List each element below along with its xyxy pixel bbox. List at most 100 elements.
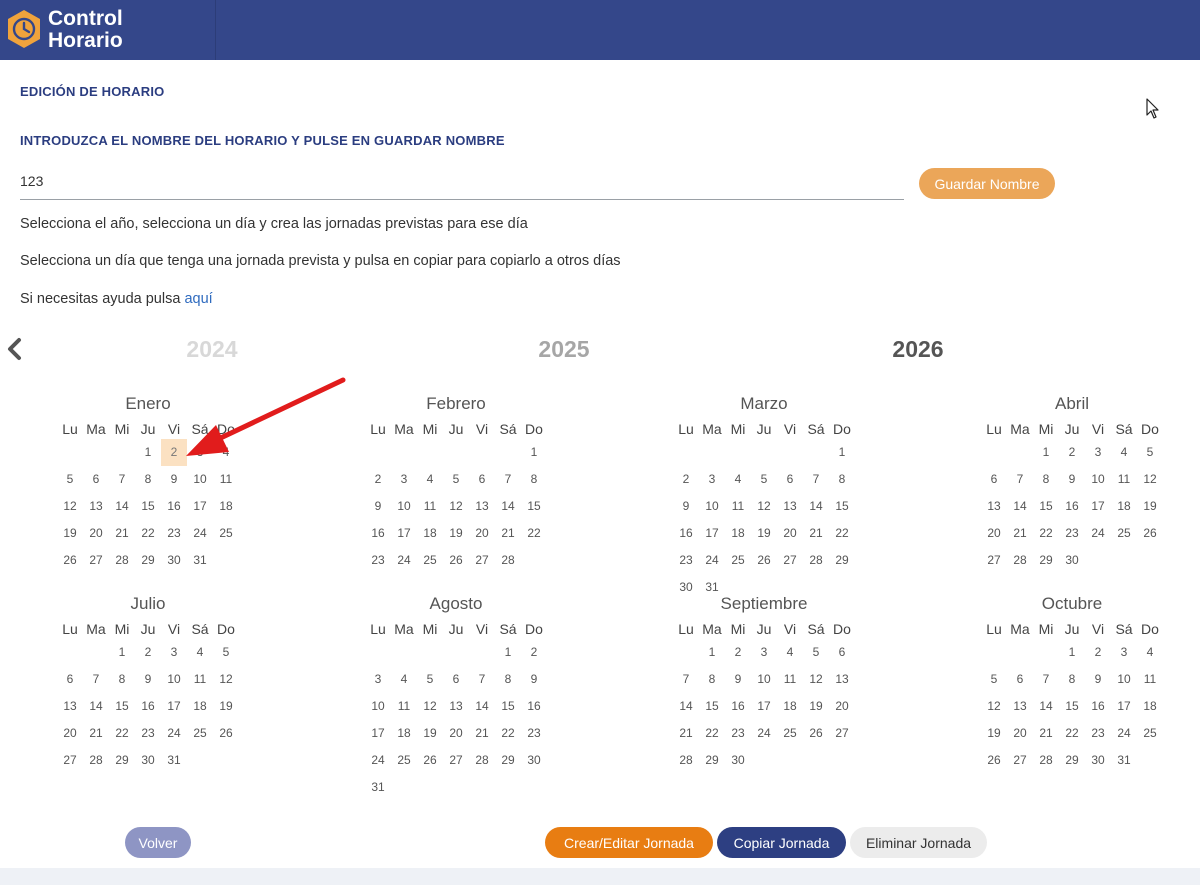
day-cell[interactable]: 15 <box>1059 693 1085 720</box>
day-cell[interactable]: 21 <box>1007 520 1033 547</box>
day-cell[interactable]: 4 <box>417 466 443 493</box>
day-cell[interactable]: 16 <box>365 520 391 547</box>
day-cell[interactable]: 5 <box>213 639 239 666</box>
day-cell[interactable]: 29 <box>829 547 855 574</box>
day-cell[interactable]: 26 <box>751 547 777 574</box>
help-link[interactable]: aquí <box>184 291 212 307</box>
day-cell[interactable]: 21 <box>469 720 495 747</box>
day-cell[interactable]: 9 <box>521 666 547 693</box>
day-cell[interactable]: 30 <box>135 747 161 774</box>
day-cell[interactable]: 28 <box>83 747 109 774</box>
day-cell[interactable]: 10 <box>1085 466 1111 493</box>
day-cell[interactable]: 28 <box>803 547 829 574</box>
day-cell[interactable]: 9 <box>161 466 187 493</box>
day-cell[interactable]: 24 <box>751 720 777 747</box>
day-cell[interactable]: 31 <box>187 547 213 574</box>
day-cell[interactable]: 1 <box>1059 639 1085 666</box>
day-cell[interactable]: 18 <box>1137 693 1163 720</box>
day-cell[interactable]: 26 <box>803 720 829 747</box>
day-cell[interactable]: 1 <box>495 639 521 666</box>
day-cell[interactable]: 22 <box>699 720 725 747</box>
day-cell[interactable]: 27 <box>83 547 109 574</box>
day-cell[interactable]: 23 <box>673 547 699 574</box>
day-cell[interactable]: 23 <box>161 520 187 547</box>
day-cell[interactable]: 30 <box>1085 747 1111 774</box>
day-cell[interactable]: 18 <box>725 520 751 547</box>
day-cell[interactable]: 14 <box>83 693 109 720</box>
day-cell[interactable]: 12 <box>981 693 1007 720</box>
day-cell[interactable]: 22 <box>495 720 521 747</box>
day-cell[interactable]: 8 <box>1033 466 1059 493</box>
day-cell[interactable]: 25 <box>777 720 803 747</box>
day-cell[interactable]: 14 <box>109 493 135 520</box>
day-cell[interactable]: 16 <box>135 693 161 720</box>
day-cell[interactable]: 15 <box>699 693 725 720</box>
day-cell[interactable]: 22 <box>135 520 161 547</box>
day-cell[interactable]: 9 <box>1059 466 1085 493</box>
day-cell[interactable]: 15 <box>135 493 161 520</box>
day-cell[interactable]: 7 <box>803 466 829 493</box>
day-cell[interactable]: 1 <box>521 439 547 466</box>
day-cell[interactable]: 3 <box>751 639 777 666</box>
day-cell[interactable]: 15 <box>1033 493 1059 520</box>
day-cell[interactable]: 22 <box>1059 720 1085 747</box>
day-cell[interactable]: 13 <box>443 693 469 720</box>
day-cell[interactable]: 2 <box>521 639 547 666</box>
save-name-button[interactable]: Guardar Nombre <box>919 168 1055 199</box>
day-cell[interactable]: 29 <box>135 547 161 574</box>
day-cell[interactable]: 4 <box>1137 639 1163 666</box>
day-cell[interactable]: 26 <box>981 747 1007 774</box>
day-cell[interactable]: 24 <box>391 547 417 574</box>
day-cell[interactable]: 21 <box>1033 720 1059 747</box>
day-cell[interactable]: 23 <box>1059 520 1085 547</box>
day-cell[interactable]: 8 <box>109 666 135 693</box>
day-cell[interactable]: 20 <box>777 520 803 547</box>
day-cell[interactable]: 21 <box>83 720 109 747</box>
day-cell[interactable]: 1 <box>1033 439 1059 466</box>
year-2026[interactable]: 2026 <box>892 336 943 363</box>
day-cell[interactable]: 20 <box>83 520 109 547</box>
day-cell[interactable]: 6 <box>443 666 469 693</box>
day-cell[interactable]: 16 <box>725 693 751 720</box>
day-cell[interactable]: 21 <box>109 520 135 547</box>
day-cell[interactable]: 19 <box>213 693 239 720</box>
day-cell[interactable]: 16 <box>1059 493 1085 520</box>
day-cell[interactable]: 28 <box>1007 547 1033 574</box>
day-cell[interactable]: 13 <box>777 493 803 520</box>
day-cell[interactable]: 9 <box>365 493 391 520</box>
day-cell[interactable]: 5 <box>443 466 469 493</box>
day-cell[interactable]: 4 <box>187 639 213 666</box>
day-cell[interactable]: 5 <box>751 466 777 493</box>
day-cell[interactable]: 4 <box>777 639 803 666</box>
day-cell[interactable]: 5 <box>417 666 443 693</box>
day-cell-selected[interactable]: 2 <box>161 439 187 466</box>
day-cell[interactable]: 24 <box>187 520 213 547</box>
back-button[interactable]: Volver <box>125 827 191 858</box>
day-cell[interactable]: 25 <box>391 747 417 774</box>
day-cell[interactable]: 27 <box>1007 747 1033 774</box>
day-cell[interactable]: 27 <box>829 720 855 747</box>
day-cell[interactable]: 17 <box>391 520 417 547</box>
day-cell[interactable]: 11 <box>1137 666 1163 693</box>
day-cell[interactable]: 8 <box>829 466 855 493</box>
day-cell[interactable]: 2 <box>1085 639 1111 666</box>
day-cell[interactable]: 30 <box>725 747 751 774</box>
day-cell[interactable]: 3 <box>1111 639 1137 666</box>
day-cell[interactable]: 20 <box>1007 720 1033 747</box>
day-cell[interactable]: 13 <box>829 666 855 693</box>
day-cell[interactable]: 24 <box>1111 720 1137 747</box>
day-cell[interactable]: 2 <box>725 639 751 666</box>
day-cell[interactable]: 17 <box>187 493 213 520</box>
day-cell[interactable]: 18 <box>777 693 803 720</box>
schedule-name-input[interactable] <box>20 166 904 200</box>
day-cell[interactable]: 17 <box>699 520 725 547</box>
day-cell[interactable]: 10 <box>1111 666 1137 693</box>
day-cell[interactable]: 30 <box>1059 547 1085 574</box>
day-cell[interactable]: 10 <box>161 666 187 693</box>
day-cell[interactable]: 24 <box>161 720 187 747</box>
day-cell[interactable]: 24 <box>365 747 391 774</box>
day-cell[interactable]: 29 <box>1033 547 1059 574</box>
day-cell[interactable]: 14 <box>495 493 521 520</box>
day-cell[interactable]: 13 <box>57 693 83 720</box>
day-cell[interactable]: 7 <box>109 466 135 493</box>
